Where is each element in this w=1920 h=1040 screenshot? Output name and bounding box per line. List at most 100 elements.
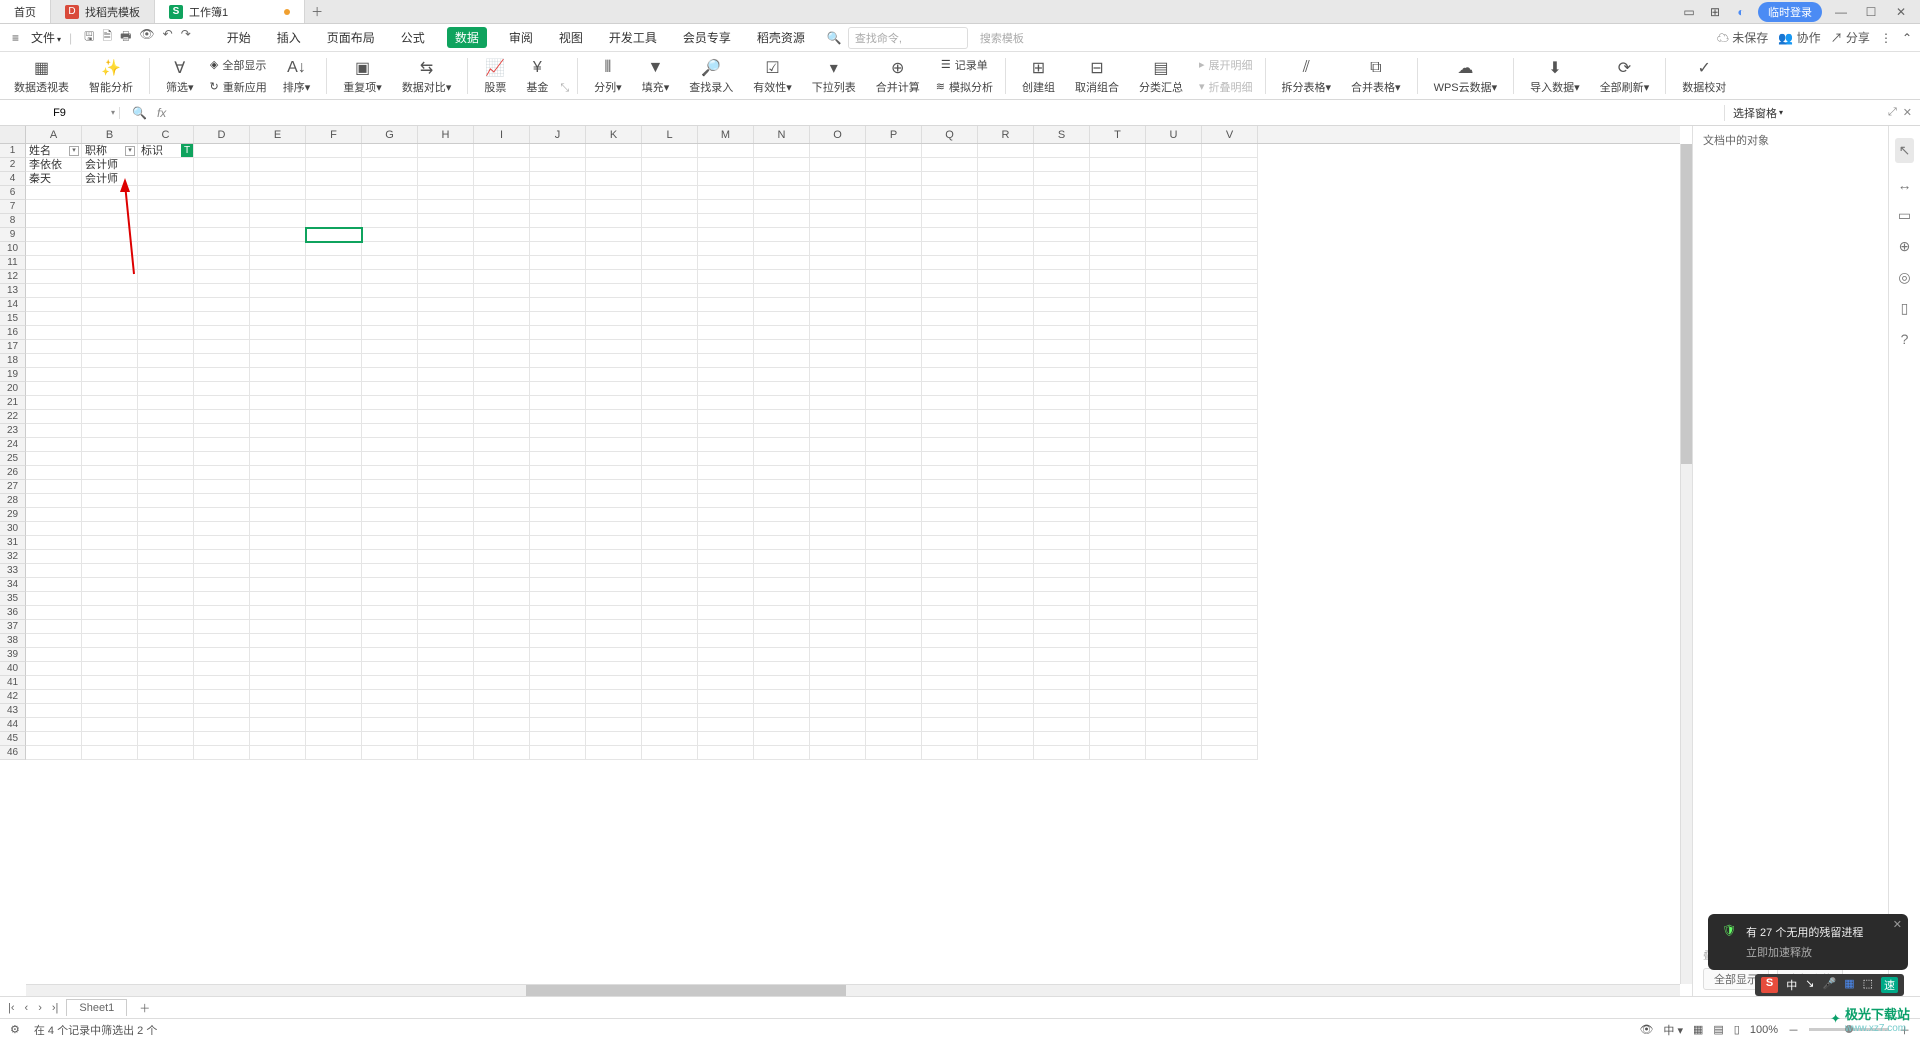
cell[interactable] xyxy=(810,396,866,410)
cell[interactable] xyxy=(306,522,362,536)
cell[interactable] xyxy=(26,522,82,536)
cell[interactable] xyxy=(474,466,530,480)
cell[interactable] xyxy=(250,354,306,368)
filter-caret-icon[interactable]: ▾ xyxy=(125,146,135,156)
cell[interactable] xyxy=(586,452,642,466)
cell[interactable]: 职称▾ xyxy=(82,144,138,158)
cell[interactable] xyxy=(586,158,642,172)
cell[interactable] xyxy=(26,746,82,760)
row-header[interactable]: 15 xyxy=(0,312,26,326)
cell[interactable] xyxy=(1090,522,1146,536)
cell[interactable] xyxy=(194,690,250,704)
cell[interactable] xyxy=(250,242,306,256)
cell[interactable] xyxy=(82,620,138,634)
cell[interactable] xyxy=(810,508,866,522)
sheet-prev-icon[interactable]: ‹ xyxy=(23,1002,31,1014)
cell[interactable] xyxy=(754,298,810,312)
cell[interactable] xyxy=(698,634,754,648)
cell[interactable] xyxy=(362,186,418,200)
cell[interactable] xyxy=(754,438,810,452)
col-header[interactable]: S xyxy=(1034,126,1090,143)
cell[interactable] xyxy=(922,200,978,214)
cell[interactable] xyxy=(1034,326,1090,340)
cell[interactable] xyxy=(1034,396,1090,410)
cell[interactable] xyxy=(922,284,978,298)
cell[interactable] xyxy=(530,746,586,760)
col-header[interactable]: A xyxy=(26,126,82,143)
cell[interactable] xyxy=(698,312,754,326)
cell[interactable] xyxy=(586,354,642,368)
row-header[interactable]: 17 xyxy=(0,340,26,354)
cell[interactable] xyxy=(418,536,474,550)
cell[interactable] xyxy=(978,214,1034,228)
cell[interactable] xyxy=(418,228,474,242)
cell[interactable] xyxy=(866,172,922,186)
col-header[interactable]: U xyxy=(1146,126,1202,143)
tool4-icon[interactable]: ⊕ xyxy=(1899,238,1911,255)
col-header[interactable]: D xyxy=(194,126,250,143)
cell[interactable] xyxy=(250,298,306,312)
cell[interactable] xyxy=(810,270,866,284)
cell[interactable] xyxy=(362,242,418,256)
cell[interactable] xyxy=(698,424,754,438)
cell[interactable] xyxy=(362,564,418,578)
cell[interactable] xyxy=(1202,578,1258,592)
cell[interactable] xyxy=(586,396,642,410)
cell[interactable] xyxy=(82,256,138,270)
cell[interactable] xyxy=(1090,242,1146,256)
cell[interactable] xyxy=(474,564,530,578)
cell[interactable] xyxy=(362,214,418,228)
cell[interactable] xyxy=(82,438,138,452)
cell[interactable] xyxy=(530,564,586,578)
tab-vip[interactable]: 会员专享 xyxy=(679,27,735,48)
cell[interactable] xyxy=(250,144,306,158)
cell[interactable] xyxy=(362,326,418,340)
cell[interactable] xyxy=(1202,242,1258,256)
cell[interactable] xyxy=(586,578,642,592)
collapse-ribbon-icon[interactable]: ⌃ xyxy=(1902,31,1912,45)
cell[interactable] xyxy=(250,550,306,564)
cell[interactable] xyxy=(1090,396,1146,410)
cell[interactable] xyxy=(474,298,530,312)
cell[interactable] xyxy=(978,634,1034,648)
sheet-area[interactable]: ABCDEFGHIJKLMNOPQRSTUV 1姓名▾职称▾标识T2李依依会计师… xyxy=(0,126,1692,996)
cell[interactable] xyxy=(418,438,474,452)
cell[interactable] xyxy=(866,242,922,256)
tab-formula[interactable]: 公式 xyxy=(397,27,429,48)
cell[interactable] xyxy=(418,172,474,186)
row-header[interactable]: 22 xyxy=(0,410,26,424)
cell[interactable] xyxy=(138,606,194,620)
row-header[interactable]: 23 xyxy=(0,424,26,438)
cell[interactable] xyxy=(1202,676,1258,690)
cell[interactable] xyxy=(418,494,474,508)
cell[interactable] xyxy=(586,298,642,312)
cell[interactable] xyxy=(194,158,250,172)
search-template-input[interactable]: 搜索模板 xyxy=(974,28,1094,48)
stats-icon[interactable]: ⚙ xyxy=(10,1023,20,1036)
cell[interactable] xyxy=(474,200,530,214)
cell[interactable] xyxy=(642,690,698,704)
cell[interactable] xyxy=(1202,298,1258,312)
cell[interactable] xyxy=(1202,606,1258,620)
cell[interactable] xyxy=(810,536,866,550)
row-header[interactable]: 8 xyxy=(0,214,26,228)
cell[interactable] xyxy=(698,480,754,494)
cell[interactable] xyxy=(1090,508,1146,522)
cell[interactable] xyxy=(250,438,306,452)
cell[interactable] xyxy=(922,144,978,158)
cell[interactable] xyxy=(474,340,530,354)
cell[interactable] xyxy=(82,284,138,298)
cell[interactable] xyxy=(306,480,362,494)
cell[interactable] xyxy=(194,340,250,354)
cell[interactable] xyxy=(306,704,362,718)
cell[interactable] xyxy=(26,340,82,354)
search-command-input[interactable]: 查找命令, xyxy=(848,27,968,49)
cell[interactable] xyxy=(1090,298,1146,312)
cell[interactable] xyxy=(1146,424,1202,438)
ungroup-button[interactable]: ⊟取消组合 xyxy=(1067,54,1127,98)
cell[interactable] xyxy=(866,214,922,228)
cell[interactable] xyxy=(474,676,530,690)
cell[interactable] xyxy=(26,368,82,382)
cell[interactable] xyxy=(1090,228,1146,242)
cell[interactable] xyxy=(82,508,138,522)
